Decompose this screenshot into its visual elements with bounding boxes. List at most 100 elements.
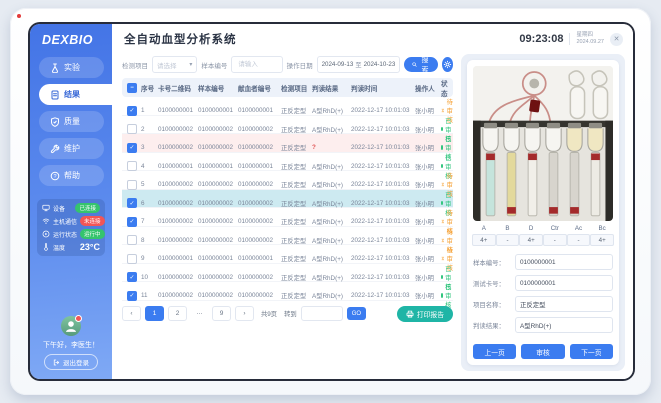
page-buttons: 12…9 xyxy=(145,306,231,321)
app-logo: DEXBIO xyxy=(30,24,112,54)
close-button[interactable]: ✕ xyxy=(610,33,623,46)
clock: 09:23:08 xyxy=(519,33,563,45)
row-checkbox[interactable] xyxy=(127,254,137,264)
table-row[interactable]: ✓ 7 0100000002 0100000002 0100000002 正反定… xyxy=(122,208,453,227)
user-profile: 下午好，李医生！ 退出登录 xyxy=(30,316,112,379)
field-row: 样本编号： 0100000001 xyxy=(473,254,613,270)
row-checkbox[interactable]: ✓ xyxy=(127,198,137,208)
status-row: 主机通信 未连接 xyxy=(42,216,100,226)
table-row[interactable]: 8 0100000002 0100000002 0100000002 正反定型 … xyxy=(122,227,453,246)
row-checkbox[interactable] xyxy=(127,161,137,171)
field-value[interactable]: A型RhD(+) xyxy=(515,317,613,333)
logout-button[interactable]: 退出登录 xyxy=(44,354,98,370)
avatar[interactable] xyxy=(61,316,81,336)
settings-button[interactable] xyxy=(442,57,453,72)
main-content: 全自动血型分析系统 09:23:08 星期四 2024.09.27 ✕ 检测项目 xyxy=(112,24,633,379)
table-row[interactable]: 5 0100000002 0100000002 0100000002 正反定型 … xyxy=(122,171,453,190)
sample-input[interactable] xyxy=(236,60,277,69)
field-value[interactable]: 0100000001 xyxy=(515,254,613,270)
chevron-left-icon: ‹ xyxy=(130,310,132,317)
table-row[interactable]: 4 0100000001 0100000001 0100000001 正反定型 … xyxy=(122,153,453,172)
go-button[interactable]: GO xyxy=(347,307,366,320)
status-label: 运行状态 xyxy=(53,230,77,239)
done-dot-icon xyxy=(441,275,443,280)
sidebar-item-结果[interactable]: 结果 xyxy=(39,84,112,105)
table-row[interactable]: ✓ 1 0100000001 0100000001 0100000001 正反定… xyxy=(122,97,453,116)
table-row[interactable]: ✓ 11 0100000002 0100000002 0100000002 正反… xyxy=(122,282,453,301)
status-label: 设备 xyxy=(53,204,72,213)
print-report-button[interactable]: 打印报告 xyxy=(397,306,453,322)
status-badge: 已连接 xyxy=(75,203,100,213)
status-row: 温度 23°C xyxy=(42,242,100,252)
hourglass-icon xyxy=(441,218,445,225)
table-row[interactable]: 9 0100000001 0100000001 0100000001 正反定型 … xyxy=(122,245,453,264)
status-badge: 未连接 xyxy=(80,216,105,226)
row-checkbox[interactable]: ✓ xyxy=(127,291,137,301)
close-icon: ✕ xyxy=(614,35,620,43)
page-button-9[interactable]: 9 xyxy=(212,306,231,321)
done-dot-icon xyxy=(441,293,443,298)
row-checkbox[interactable]: ✓ xyxy=(127,143,137,153)
wrench-icon xyxy=(50,144,60,154)
done-dot-icon xyxy=(441,145,443,150)
printer-icon xyxy=(406,310,414,318)
well-column: Ctr - xyxy=(544,225,566,246)
sidebar-menu: 实验 结果 质量 维护 ? 帮助 xyxy=(30,54,112,189)
project-select[interactable]: 请选择 ▾ xyxy=(152,56,197,73)
sidebar-item-质量[interactable]: 质量 xyxy=(39,111,104,132)
well-label: A xyxy=(482,225,486,232)
next-page-button[interactable]: › xyxy=(235,306,254,321)
logout-icon xyxy=(53,359,60,366)
sidebar-item-实验[interactable]: 实验 xyxy=(39,57,104,78)
field-row: 判读结果： A型RhD(+) xyxy=(473,317,613,333)
field-value[interactable]: 正反定型 xyxy=(515,296,613,312)
table-header-row: − 序号 卡号二维码 样本编号 献血者编号 检测项目 判读结果 判读时间 操作人… xyxy=(122,78,453,97)
row-checkbox[interactable] xyxy=(127,235,137,245)
page-button-1[interactable]: 1 xyxy=(145,306,164,321)
hourglass-icon xyxy=(441,181,445,188)
page-button-2[interactable]: 2 xyxy=(168,306,187,321)
detail-card: A 4+ B - D 4+ Ctr - Ac - Bc 4+ 样本编号： 010… xyxy=(467,60,619,365)
row-checkbox[interactable] xyxy=(127,124,137,134)
field-row: 测试卡号： 0100000001 xyxy=(473,275,613,291)
results-zone: 检测项目 请选择 ▾ 样本编号 操作日期 2024-09-13 至 xyxy=(112,54,459,379)
well-results: A 4+ B - D 4+ Ctr - Ac - Bc 4+ xyxy=(473,225,613,246)
table-row[interactable]: 2 0100000002 0100000002 0100000002 正反定型 … xyxy=(122,116,453,135)
review-button[interactable]: 审核 xyxy=(521,344,564,359)
field-row: 项目名称： 正反定型 xyxy=(473,296,613,312)
row-checkbox[interactable]: ✓ xyxy=(127,272,137,282)
device-status-panel: 设备 已连接 主机通信 未连接 运行状态 运行中 温度 23°C xyxy=(37,199,105,256)
app-screen: DEXBIO 实验 结果 质量 维护 ? 帮助 设备 已连接 主机通信 未连接 … xyxy=(30,24,633,379)
goto-page-input[interactable] xyxy=(301,306,343,321)
select-all-checkbox[interactable]: − xyxy=(127,83,137,93)
well-column: A 4+ xyxy=(473,225,495,246)
temp-icon xyxy=(42,243,50,251)
field-value[interactable]: 0100000001 xyxy=(515,275,613,291)
well-value: 4+ xyxy=(590,234,614,246)
date-range-picker[interactable]: 2024-09-13 至 2024-10-23 xyxy=(317,56,401,73)
table-row[interactable]: ✓ 3 0100000002 0100000002 0100000002 正反定… xyxy=(122,134,453,153)
greeting-text: 下午好，李医生！ xyxy=(43,340,99,350)
notification-dot-icon xyxy=(75,315,82,322)
filter-bar: 检测项目 请选择 ▾ 样本编号 操作日期 2024-09-13 至 xyxy=(122,56,453,73)
status-row: 设备 已连接 xyxy=(42,203,100,213)
row-checkbox[interactable]: ✓ xyxy=(127,106,137,116)
gel-card-image xyxy=(473,66,613,221)
well-column: Ac - xyxy=(568,225,590,246)
help-icon: ? xyxy=(50,171,60,181)
status-label: 温度 xyxy=(53,243,77,252)
gear-icon xyxy=(443,60,452,69)
status-label: 主机通信 xyxy=(53,217,77,226)
prev-record-button[interactable]: 上一页 xyxy=(473,344,516,359)
sidebar-item-维护[interactable]: 维护 xyxy=(39,138,104,159)
prev-page-button[interactable]: ‹ xyxy=(122,306,141,321)
table-row[interactable]: ✓ 10 0100000002 0100000002 0100000002 正反… xyxy=(122,264,453,283)
search-button[interactable]: 搜索 xyxy=(404,57,438,72)
next-record-button[interactable]: 下一页 xyxy=(570,344,613,359)
sidebar-item-帮助[interactable]: ? 帮助 xyxy=(39,165,104,186)
table-row[interactable]: ✓ 6 0100000002 0100000002 0100000002 正反定… xyxy=(122,190,453,209)
goto-label: 转到 xyxy=(284,309,297,318)
row-checkbox[interactable] xyxy=(127,180,137,190)
row-checkbox[interactable]: ✓ xyxy=(127,217,137,227)
svg-text:?: ? xyxy=(53,173,56,179)
